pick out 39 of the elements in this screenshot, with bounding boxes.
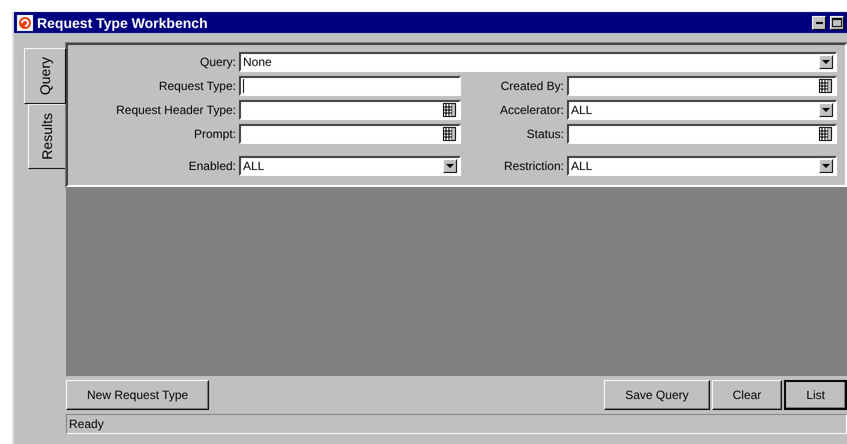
- maximize-icon: [832, 18, 842, 27]
- app-logo-icon: [17, 14, 33, 30]
- tab[interactable]: Results: [28, 104, 66, 169]
- lookup-field[interactable]: [239, 100, 461, 120]
- lookup-icon[interactable]: [443, 103, 456, 117]
- minimize-icon: [816, 22, 822, 24]
- dropdown-field[interactable]: None: [239, 52, 837, 72]
- minimize-button[interactable]: [812, 16, 826, 30]
- lookup-icon[interactable]: [443, 127, 456, 141]
- field-label: Restriction:: [502, 159, 564, 173]
- dropdown-field[interactable]: ALL: [567, 156, 837, 176]
- window-title: Request Type Workbench: [37, 14, 209, 30]
- dropdown-arrow-icon: [446, 164, 454, 168]
- lookup-field[interactable]: [567, 124, 837, 144]
- field-label: Status:: [526, 127, 564, 141]
- field-label: Prompt:: [192, 127, 236, 141]
- lookup-field[interactable]: [239, 124, 461, 144]
- field-label: Request Type:: [158, 79, 236, 93]
- dropdown-arrow-icon: [822, 164, 830, 168]
- dropdown-arrow-icon: [822, 108, 830, 112]
- field-label: Created By:: [500, 79, 564, 93]
- dropdown-field[interactable]: ALL: [239, 156, 461, 176]
- action-button[interactable]: List: [784, 380, 847, 410]
- dropdown-arrow-icon: [822, 60, 830, 64]
- maximize-button[interactable]: [830, 16, 844, 30]
- lookup-icon[interactable]: [819, 79, 832, 93]
- new-request-type-button[interactable]: New Request Type: [66, 380, 210, 410]
- action-button[interactable]: Save Query: [604, 380, 710, 410]
- lookup-field[interactable]: [567, 76, 837, 96]
- field-label: Query:: [198, 55, 236, 69]
- status-bar: Ready: [66, 414, 847, 434]
- field-label: Request Header Type:: [115, 103, 236, 117]
- input-field[interactable]: [239, 76, 461, 96]
- tab[interactable]: Query: [24, 48, 66, 104]
- action-button[interactable]: Clear: [712, 380, 782, 410]
- dropdown-field[interactable]: ALL: [567, 100, 837, 120]
- field-label: Enabled:: [188, 159, 236, 173]
- field-label: Accelerator:: [498, 103, 564, 117]
- lookup-icon[interactable]: [819, 127, 832, 141]
